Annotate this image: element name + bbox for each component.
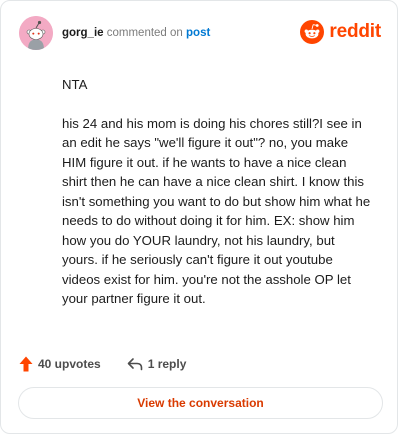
- avatar[interactable]: [19, 16, 53, 50]
- comment-card: gorg_ie commented on post reddit NTA his…: [0, 0, 398, 434]
- upvote-arrow-icon: [19, 356, 33, 372]
- reddit-logo-icon: [300, 20, 325, 44]
- comment-paragraph: NTA: [62, 77, 88, 92]
- comment-header: gorg_ie commented on post reddit: [19, 16, 381, 50]
- view-conversation-button[interactable]: View the conversation: [18, 387, 383, 419]
- reply-arrow-icon: [127, 358, 143, 371]
- reddit-brand[interactable]: reddit: [300, 18, 381, 46]
- action-text: commented on: [106, 27, 183, 39]
- snoo-avatar-icon: [19, 16, 53, 50]
- reddit-wordmark: reddit: [329, 21, 381, 42]
- comment-body: NTA his 24 and his mom is doing his chor…: [62, 75, 374, 309]
- byline: gorg_ie commented on post: [62, 26, 210, 40]
- upvote-button[interactable]: 40 upvotes: [19, 356, 101, 372]
- reply-count: 1 reply: [147, 357, 187, 371]
- username-link[interactable]: gorg_ie: [62, 27, 104, 39]
- comment-actions: 40 upvotes 1 reply: [19, 354, 186, 374]
- post-link[interactable]: post: [186, 27, 210, 39]
- upvote-count: 40 upvotes: [38, 357, 101, 371]
- reply-button[interactable]: 1 reply: [127, 357, 187, 371]
- comment-paragraph: his 24 and his mom is doing his chores s…: [62, 115, 371, 307]
